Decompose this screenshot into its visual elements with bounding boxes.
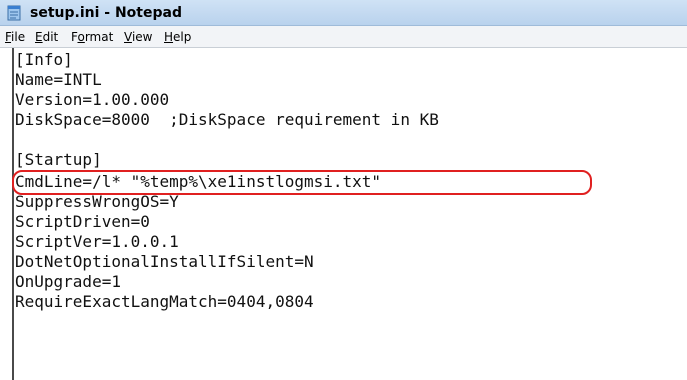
window-title: setup.ini - Notepad	[30, 5, 182, 21]
text-line: OnUpgrade=1	[15, 272, 121, 291]
menu-file[interactable]: File	[5, 29, 25, 45]
text-line: ScriptVer=1.0.0.1	[15, 232, 179, 251]
text-editor[interactable]: [Info] Name=INTL Version=1.00.000 DiskSp…	[0, 48, 687, 380]
menu-bar: File Edit Format View Help	[0, 26, 687, 48]
text-line: [Startup]	[15, 150, 102, 169]
menu-help[interactable]: Help	[164, 29, 191, 45]
text-line: Version=1.00.000	[15, 90, 170, 109]
text-line: DiskSpace=8000 ;DiskSpace requirement in…	[15, 110, 439, 129]
menu-view[interactable]: View	[124, 29, 152, 45]
cmdline-highlight-outline	[12, 170, 592, 195]
text-line: ScriptDriven=0	[15, 212, 150, 231]
text-line: RequireExactLangMatch=0404,0804	[15, 292, 314, 311]
text-line: Name=INTL	[15, 70, 102, 89]
menu-edit[interactable]: Edit	[35, 29, 58, 45]
editor-left-border	[12, 48, 14, 380]
text-line: SuppressWrongOS=Y	[15, 192, 179, 211]
title-bar[interactable]: setup.ini - Notepad	[0, 0, 687, 26]
text-line: DotNetOptionalInstallIfSilent=N	[15, 252, 314, 271]
menu-format[interactable]: Format	[71, 29, 113, 45]
text-line: [Info]	[15, 50, 73, 69]
notepad-icon	[7, 5, 21, 21]
